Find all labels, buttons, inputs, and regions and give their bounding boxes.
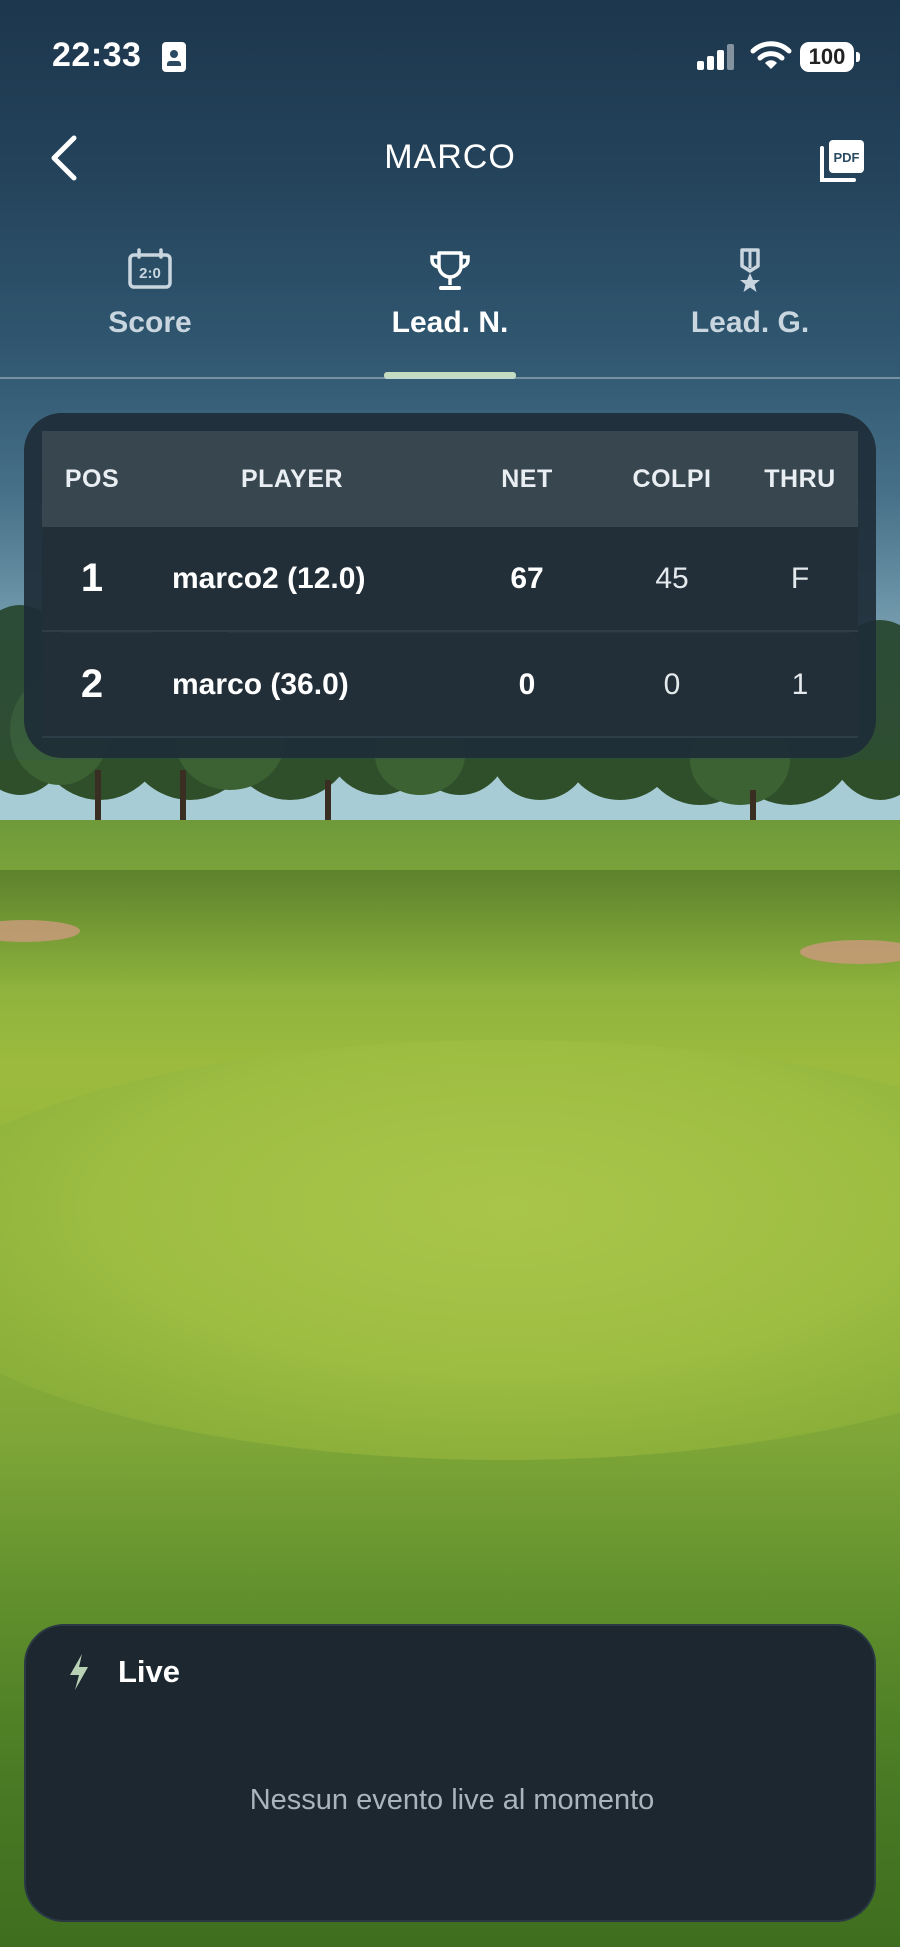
export-pdf-button[interactable]: PDF bbox=[818, 136, 868, 186]
tab-label: Lead. N. bbox=[391, 306, 509, 339]
live-empty-message: Nessun evento live al momento bbox=[249, 1784, 655, 1816]
leaderboard-header: POS PLAYER NET COLPI THRU bbox=[42, 431, 858, 527]
live-events-panel: Live Nessun evento live al momento bbox=[24, 1624, 876, 1922]
tab-lead-net[interactable]: Lead. N. bbox=[300, 240, 600, 380]
tab-label: Score bbox=[108, 306, 192, 339]
column-header-net[interactable]: NET bbox=[482, 431, 572, 527]
row-thru: 1 bbox=[791, 667, 809, 701]
row-position: 2 bbox=[80, 662, 104, 706]
pdf-icon: PDF bbox=[820, 140, 864, 182]
wifi-icon bbox=[750, 41, 792, 69]
chevron-left-icon bbox=[51, 135, 77, 181]
tab-bar: 2:0 Score Lead. N. Lead. G. bbox=[0, 240, 900, 380]
row-thru: F bbox=[790, 561, 810, 595]
bolt-icon bbox=[70, 1654, 88, 1690]
cellular-signal-icon bbox=[697, 44, 737, 70]
column-header-pos[interactable]: POS bbox=[42, 431, 142, 527]
fairway-shadow bbox=[0, 870, 900, 990]
tab-score[interactable]: 2:0 Score bbox=[0, 240, 300, 380]
table-row[interactable]: 1 marco2 (12.0) 67 45 F bbox=[42, 527, 858, 632]
tabs-divider bbox=[0, 377, 900, 379]
medal-icon bbox=[740, 248, 760, 292]
row-net-score: 67 bbox=[510, 561, 544, 595]
status-bar: 22:33 100 bbox=[0, 0, 900, 110]
tab-lead-gross[interactable]: Lead. G. bbox=[600, 240, 900, 380]
battery-indicator: 100 bbox=[800, 42, 860, 72]
scoreboard-icon: 2:0 bbox=[128, 248, 172, 289]
live-title: Live bbox=[118, 1654, 181, 1689]
row-strokes: 45 bbox=[655, 561, 689, 595]
row-position: 1 bbox=[80, 556, 104, 600]
row-net-score: 0 bbox=[518, 667, 536, 701]
trophy-icon bbox=[430, 251, 470, 290]
putting-green bbox=[0, 1040, 900, 1460]
svg-text:2:0: 2:0 bbox=[139, 265, 161, 282]
back-button[interactable] bbox=[44, 132, 88, 184]
row-player-name: marco2 (12.0) bbox=[172, 561, 366, 595]
page-title: MARCO bbox=[384, 138, 516, 176]
column-header-player[interactable]: PLAYER bbox=[142, 431, 442, 527]
svg-text:PDF: PDF bbox=[834, 150, 860, 165]
tab-label: Lead. G. bbox=[690, 306, 810, 339]
row-player-name: marco (36.0) bbox=[172, 667, 349, 701]
column-header-colpi[interactable]: COLPI bbox=[602, 431, 742, 527]
column-header-thru[interactable]: THRU bbox=[742, 431, 858, 527]
status-time: 22:33 bbox=[52, 36, 142, 74]
row-strokes: 0 bbox=[663, 667, 681, 701]
contact-card-icon bbox=[162, 42, 186, 72]
table-row[interactable]: 2 marco (36.0) 0 0 1 bbox=[42, 633, 858, 738]
leaderboard-card: POS PLAYER NET COLPI THRU 1 marco2 (12.0… bbox=[24, 413, 876, 758]
